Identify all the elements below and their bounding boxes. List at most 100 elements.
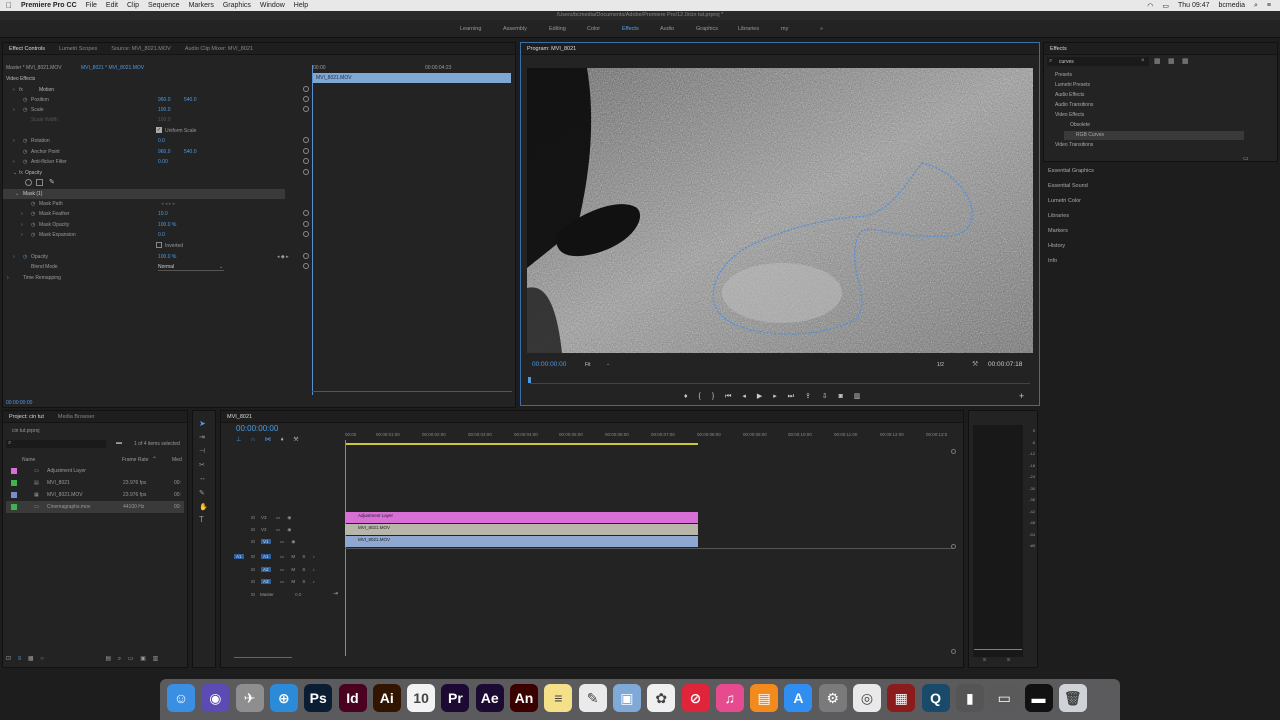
mask-row[interactable]: ⌄ Mask (1) (3, 189, 285, 199)
dock-illustrator-icon[interactable]: Ai (372, 684, 401, 712)
list-view-icon[interactable]: ≡ (18, 656, 22, 662)
track-label-v1[interactable]: V1 (261, 539, 271, 544)
tab-effect-controls[interactable]: Effect Controls (9, 46, 45, 52)
icon-view-icon[interactable]: ▦ (28, 656, 34, 662)
collapse-opacity-icon[interactable]: ⌄ (13, 170, 17, 176)
menu-clip[interactable]: Clip (127, 2, 139, 9)
reset-opacity-icon[interactable] (303, 253, 309, 259)
dock-news-icon[interactable]: ⊘ (681, 684, 710, 712)
panel-libraries[interactable]: Libraries (1048, 213, 1069, 219)
track-label-v3[interactable]: V3 (261, 515, 267, 520)
dock-finder-icon[interactable]: ☺ (167, 684, 195, 712)
dock-safari-icon[interactable]: ⊕ (269, 684, 298, 712)
col-media[interactable]: Med (172, 457, 182, 463)
dock-photo-booth-icon[interactable]: ▦ (887, 684, 916, 712)
lock-icon[interactable]: ⊡ (251, 539, 255, 544)
workspace-learning[interactable]: Learning (460, 26, 481, 32)
mask-expansion-value[interactable]: 0.0 (158, 232, 165, 238)
expand-opacity-icon[interactable]: › (13, 254, 15, 260)
trash-icon[interactable]: ▥ (153, 656, 159, 662)
mute-button[interactable]: M (291, 554, 295, 559)
32bit-filter-icon[interactable]: ▦ (1168, 57, 1175, 65)
menu-window[interactable]: Window (260, 2, 285, 9)
lock-icon[interactable]: ⊡ (251, 567, 255, 572)
lock-icon[interactable]: ⊡ (251, 527, 255, 532)
source-patch-a1[interactable]: A1 (234, 554, 244, 559)
opacity-group-row[interactable]: ⌄ fx Opacity (3, 168, 311, 178)
eye-icon[interactable]: ◉ (287, 527, 291, 532)
track-label-v2[interactable]: V2 (261, 527, 267, 532)
mic-icon[interactable]: ♪ (313, 554, 315, 559)
panel-lumetri-color[interactable]: Lumetri Color (1048, 198, 1081, 204)
col-name[interactable]: Name (22, 457, 35, 463)
sync-icon[interactable]: ▭ (280, 539, 284, 544)
program-playhead[interactable] (528, 377, 531, 383)
timeline-timecode[interactable]: 00:00:00:00 (236, 424, 278, 433)
program-scrub-bar[interactable] (530, 383, 1030, 384)
motion-row[interactable]: › fx Motion (3, 85, 311, 95)
track-label-a1[interactable]: A1 (261, 554, 271, 559)
program-title[interactable]: Program: MVI_8021 (527, 46, 576, 52)
menu-help[interactable]: Help (294, 2, 308, 9)
dock-trash-icon[interactable]: 🗑 (1058, 684, 1087, 712)
reset-mask-expansion-icon[interactable] (303, 231, 309, 237)
hand-tool-icon[interactable]: ✋ (199, 503, 208, 511)
panel-essential-sound[interactable]: Essential Sound (1048, 183, 1088, 189)
new-bin-icon[interactable]: ▭ (1243, 155, 1249, 162)
sort-up-icon[interactable]: ⌃ (152, 456, 157, 463)
reset-anchor-icon[interactable] (303, 148, 309, 154)
tab-lumetri-scopes[interactable]: Lumetri Scopes (59, 46, 97, 52)
expand-time-remap-icon[interactable]: › (7, 275, 9, 281)
track-label-a3[interactable]: A3 (261, 579, 271, 584)
snap-icon[interactable]: ∩ (251, 437, 255, 443)
pen-mask-icon[interactable]: ✎ (49, 178, 55, 186)
dock-indesign-icon[interactable]: Id (338, 684, 367, 712)
master-clip-label[interactable]: Master * MVI_8021.MOV (6, 65, 62, 71)
zoom-slider-icon[interactable]: ○ (40, 656, 44, 662)
workspace-editing[interactable]: Editing (549, 26, 566, 32)
mark-in-icon[interactable]: { (699, 393, 701, 400)
expand-mask-expansion-icon[interactable]: › (21, 232, 23, 238)
rectangle-mask-icon[interactable] (36, 179, 43, 186)
step-back-icon[interactable]: ◂ (742, 393, 746, 400)
wifi-icon[interactable]: ◠ (1147, 2, 1153, 10)
workspace-effects[interactable]: Effects (622, 26, 639, 32)
reset-antiflicker-icon[interactable] (303, 158, 309, 164)
track-label-a2[interactable]: A2 (261, 567, 271, 572)
menu-graphics[interactable]: Graphics (223, 2, 251, 9)
dock-premiere-icon[interactable]: Pr (441, 684, 470, 712)
fit-chevron-icon[interactable]: ⌄ (606, 361, 610, 367)
dock-utilities-icon[interactable]: ▮ (955, 684, 984, 712)
mark-out-icon[interactable]: } (712, 393, 714, 400)
workspace-libraries[interactable]: Libraries (738, 26, 759, 32)
type-tool-icon[interactable]: T (199, 515, 204, 524)
sequence-clip-label[interactable]: MVI_8021 * MVI_8021.MOV (81, 65, 144, 71)
new-bin-icon[interactable]: ▭ (128, 656, 134, 662)
solo-right-button[interactable]: S (1007, 657, 1010, 662)
tab-timeline-sequence[interactable]: MVI_8021 (227, 414, 252, 420)
eye-icon[interactable]: ◉ (291, 539, 295, 544)
label-color-swatch[interactable] (11, 468, 17, 474)
clip-v2[interactable]: MVI_8021.MOV (345, 524, 698, 535)
clock[interactable]: Thu 09:47 (1178, 2, 1210, 9)
stopwatch-icon[interactable]: ◷ (23, 107, 27, 113)
opacity-value[interactable]: 100.0 % (158, 254, 176, 260)
go-to-in-icon[interactable]: ⏮ (725, 393, 731, 400)
list-item[interactable]: ▦ MVI_8021.MOV 23.976 fps 00: (6, 489, 184, 501)
dock-terminal-icon[interactable]: ▬ (1024, 684, 1053, 712)
eye-icon[interactable]: ◉ (287, 515, 291, 520)
step-forward-icon[interactable]: ▸ (773, 393, 777, 400)
antiflicker-value[interactable]: 0.00 (158, 159, 168, 165)
quality-select[interactable]: 1/2 (937, 362, 944, 368)
new-item-icon[interactable]: ▣ (140, 656, 146, 662)
dock-app-store-icon[interactable]: A (784, 684, 813, 712)
vertical-scroll-bottom[interactable] (951, 649, 956, 654)
expand-mask-opacity-icon[interactable]: › (21, 222, 23, 228)
work-area-bar[interactable] (345, 443, 698, 445)
dock-preview-icon[interactable]: ▣ (612, 684, 641, 712)
tree-video-effects[interactable]: Video Effects (1055, 112, 1084, 118)
list-item[interactable]: ▭ Adjustment Layer (6, 465, 184, 477)
effects-search-box[interactable]: ⌕ curves × (1047, 57, 1149, 66)
vertical-scroll-mid[interactable] (951, 544, 956, 549)
panel-info[interactable]: Info (1048, 258, 1057, 264)
